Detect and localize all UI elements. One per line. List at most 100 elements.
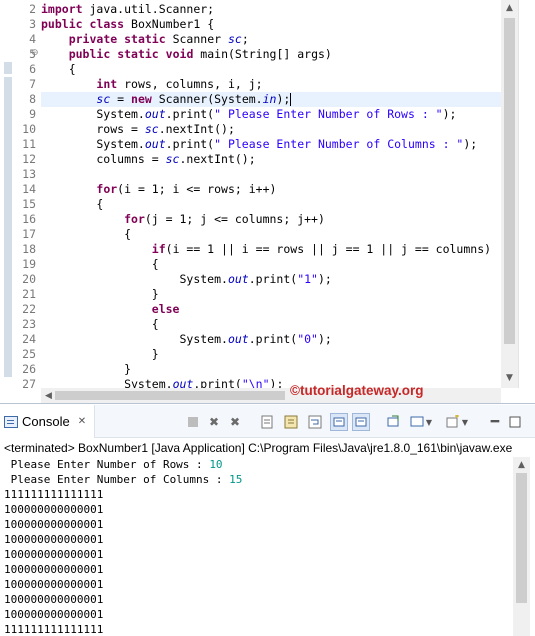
code-line[interactable]: public static void main(String[] args) bbox=[41, 47, 332, 62]
console-vertical-scrollbar[interactable]: ▲ bbox=[513, 457, 530, 636]
code-line[interactable]: public class BoxNumber1 { bbox=[41, 17, 214, 32]
tab-console[interactable]: Console ✕ bbox=[0, 405, 96, 438]
code-line[interactable]: for(j = 1; j <= columns; j++) bbox=[41, 212, 325, 227]
scroll-left-arrow-icon[interactable]: ◀ bbox=[43, 390, 54, 402]
code-line[interactable]: { bbox=[41, 227, 131, 242]
code-line[interactable]: } bbox=[41, 362, 131, 377]
code-line[interactable]: System.out.print(" Please Enter Number o… bbox=[41, 107, 456, 122]
maximize-icon[interactable] bbox=[506, 413, 524, 431]
line-number: 8 bbox=[29, 92, 36, 106]
fold-toggle-icon[interactable]: ⊖ bbox=[31, 48, 39, 58]
code-line[interactable]: columns = sc.nextInt(); bbox=[41, 152, 256, 167]
close-icon[interactable]: ✕ bbox=[78, 416, 86, 427]
code-line[interactable]: int rows, columns, i, j; bbox=[41, 77, 262, 92]
line-number: 12 bbox=[22, 152, 36, 166]
output-line: 100000000000001 bbox=[4, 548, 104, 561]
code-token: Scanner(System. bbox=[151, 92, 263, 106]
code-token: System. bbox=[41, 377, 173, 388]
line-number: 21 bbox=[22, 287, 36, 301]
code-token: sc bbox=[227, 32, 242, 46]
code-token: { bbox=[41, 257, 159, 271]
scroll-up-arrow-icon[interactable]: ▲ bbox=[504, 2, 515, 14]
line-number: 6 bbox=[29, 62, 36, 76]
line-number: 2 bbox=[29, 2, 36, 16]
editor-vertical-scrollbar[interactable]: ▲ ▼ bbox=[501, 0, 518, 388]
code-token: (j = 1; j <= columns; j++) bbox=[144, 212, 325, 226]
code-line[interactable]: for(i = 1; i <= rows; i++) bbox=[41, 182, 276, 197]
output-line: 100000000000001 bbox=[4, 518, 104, 531]
code-editor[interactable]: 2 3 4 5 6 7 8 9 10 11 12 13 14 15 16 17 18 19 20 21 22 23 24 25… bbox=[0, 0, 535, 404]
code-token: import bbox=[41, 2, 83, 16]
editor-horizontal-thumb[interactable] bbox=[55, 391, 285, 400]
minimize-icon[interactable]: ━ bbox=[486, 413, 504, 431]
code-token: } bbox=[41, 347, 159, 361]
code-token: rows = bbox=[41, 122, 145, 136]
code-token: = bbox=[110, 92, 132, 106]
code-token: { bbox=[41, 317, 159, 331]
code-token: in bbox=[262, 92, 277, 106]
line-number: 20 bbox=[22, 272, 36, 286]
code-token: .nextInt(); bbox=[179, 152, 256, 166]
code-line[interactable]: } bbox=[41, 347, 159, 362]
display-selected-console-icon[interactable] bbox=[352, 413, 370, 431]
editor-scroll-thumb[interactable] bbox=[504, 18, 515, 344]
editor-horizontal-scrollbar[interactable]: ◀ bbox=[41, 388, 501, 403]
code-line[interactable]: rows = sc.nextInt(); bbox=[41, 122, 235, 137]
remove-all-terminated-icon[interactable]: ✖ bbox=[226, 413, 244, 431]
code-token: main(String[] args) bbox=[193, 47, 332, 61]
scroll-up-arrow-icon[interactable]: ▲ bbox=[516, 459, 527, 471]
view-menu-icon[interactable]: ▼ bbox=[460, 413, 470, 431]
line-number: 14 bbox=[22, 182, 36, 196]
code-line[interactable]: { bbox=[41, 317, 159, 332]
code-line[interactable]: private static Scanner sc; bbox=[41, 32, 249, 47]
code-token: BoxNumber1 { bbox=[124, 17, 215, 31]
pin-console-icon[interactable] bbox=[330, 413, 348, 431]
code-token: { bbox=[41, 197, 104, 211]
code-line[interactable]: System.out.print(" Please Enter Number o… bbox=[41, 137, 477, 152]
line-number: 13 bbox=[22, 167, 36, 181]
terminate-icon[interactable] bbox=[184, 413, 202, 431]
chevron-down-icon[interactable]: ▼ bbox=[424, 413, 434, 431]
scroll-down-arrow-icon[interactable]: ▼ bbox=[504, 372, 515, 384]
scroll-lock-icon[interactable] bbox=[282, 413, 300, 431]
code-line[interactable]: else bbox=[41, 302, 180, 317]
code-line[interactable]: System.out.print("0"); bbox=[41, 332, 331, 347]
open-console-icon[interactable] bbox=[384, 413, 402, 431]
code-token: " Please Enter Number of Rows : " bbox=[214, 107, 443, 121]
code-line-current[interactable]: sc = new Scanner(System.in); bbox=[41, 92, 501, 107]
code-token: public bbox=[41, 17, 83, 31]
clear-console-icon[interactable] bbox=[258, 413, 276, 431]
code-line[interactable]: System.out.print("1"); bbox=[41, 272, 331, 287]
code-token: static bbox=[117, 47, 159, 61]
code-token: out bbox=[227, 272, 249, 286]
code-area[interactable]: import java.util.Scanner; public class Bo… bbox=[41, 0, 501, 388]
console-scroll-thumb[interactable] bbox=[516, 473, 527, 603]
output-line: 111111111111111 bbox=[4, 623, 104, 636]
console-output[interactable]: Please Enter Number of Rows : 10 Please … bbox=[4, 457, 512, 636]
console-status: <terminated> BoxNumber1 [Java Applicatio… bbox=[4, 441, 513, 455]
code-line[interactable]: { bbox=[41, 197, 103, 212]
output-line: 111111111111111 bbox=[4, 488, 104, 501]
code-line[interactable]: { bbox=[41, 62, 76, 77]
word-wrap-icon[interactable] bbox=[306, 413, 324, 431]
code-token: } bbox=[41, 362, 132, 376]
code-token: void bbox=[165, 47, 194, 61]
code-line[interactable]: import java.util.Scanner; bbox=[41, 2, 214, 17]
line-number: 3 bbox=[29, 17, 36, 31]
code-line[interactable]: if(i == 1 || i == rows || j == 1 || j ==… bbox=[41, 242, 491, 257]
code-token: for bbox=[96, 182, 118, 196]
code-token: for bbox=[124, 212, 145, 226]
remove-launch-icon[interactable]: ✖ bbox=[205, 413, 223, 431]
code-token: ; bbox=[241, 32, 249, 46]
line-number: 19 bbox=[22, 257, 36, 271]
tab-console-label: Console bbox=[22, 414, 70, 429]
code-line[interactable]: } bbox=[41, 287, 159, 302]
code-line[interactable]: { bbox=[41, 257, 159, 272]
output-line: 100000000000001 bbox=[4, 593, 104, 606]
code-line[interactable]: System.out.print("\n"); bbox=[41, 377, 283, 388]
line-number: 10 bbox=[22, 122, 36, 136]
